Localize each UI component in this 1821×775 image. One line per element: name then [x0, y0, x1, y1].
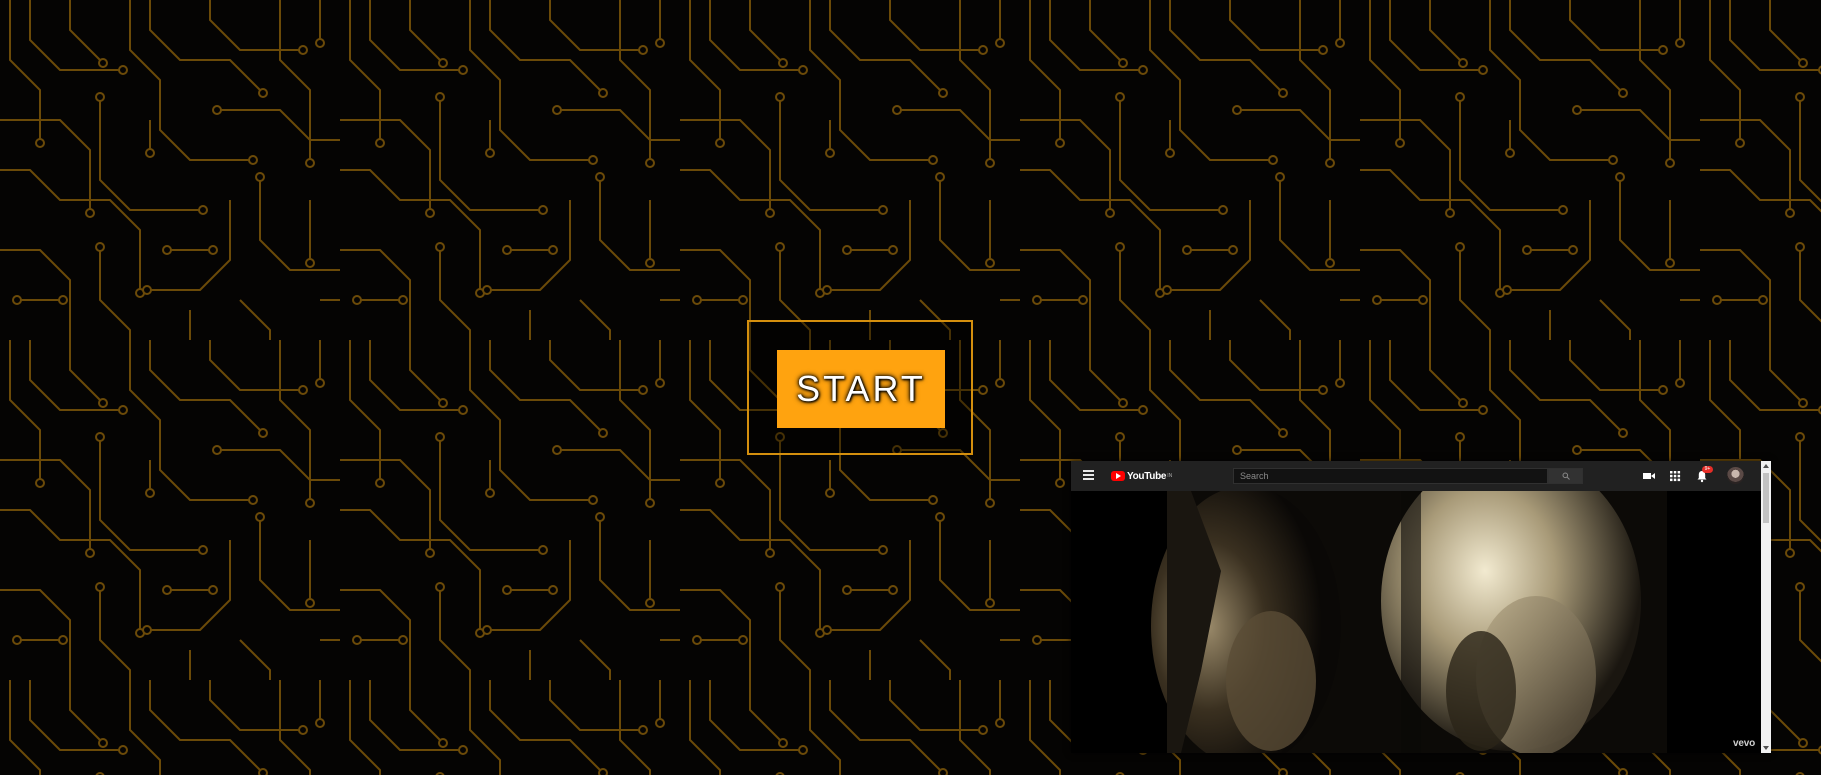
youtube-logo-text: YouTube: [1127, 470, 1167, 482]
arrow-down-icon: [1763, 746, 1769, 750]
avatar[interactable]: [1727, 467, 1744, 484]
scrollbar-thumb[interactable]: [1763, 473, 1769, 523]
search-input[interactable]: [1233, 468, 1548, 484]
video-camera-icon: [1643, 473, 1655, 479]
notification-count-badge: 9+: [1702, 466, 1713, 473]
video-frame: [1071, 491, 1761, 753]
scroll-up-arrow[interactable]: [1761, 461, 1771, 471]
search-button[interactable]: [1548, 468, 1583, 484]
youtube-masthead: YouTube IN Search 9+: [1071, 461, 1761, 491]
youtube-logo-region: IN: [1167, 473, 1173, 479]
menu-icon[interactable]: [1083, 470, 1094, 480]
game-stage: START YouTube IN Search 9+ vevo: [0, 0, 1821, 775]
video-player[interactable]: vevo: [1071, 491, 1761, 753]
notifications-button[interactable]: 9+: [1695, 466, 1713, 483]
arrow-up-icon: [1763, 464, 1769, 468]
youtube-popup-window: YouTube IN Search 9+ vevo: [1071, 461, 1771, 753]
youtube-logo-icon: [1111, 471, 1125, 481]
search-icon: [1562, 472, 1570, 480]
scroll-down-arrow[interactable]: [1761, 743, 1771, 753]
scrollbar[interactable]: [1761, 461, 1771, 753]
vevo-watermark: vevo: [1733, 738, 1755, 749]
create-video-button[interactable]: [1642, 469, 1656, 483]
youtube-logo[interactable]: YouTube IN: [1111, 469, 1172, 483]
apps-button[interactable]: [1668, 469, 1682, 483]
apps-grid-icon: [1670, 471, 1681, 482]
start-button[interactable]: START: [777, 350, 945, 428]
